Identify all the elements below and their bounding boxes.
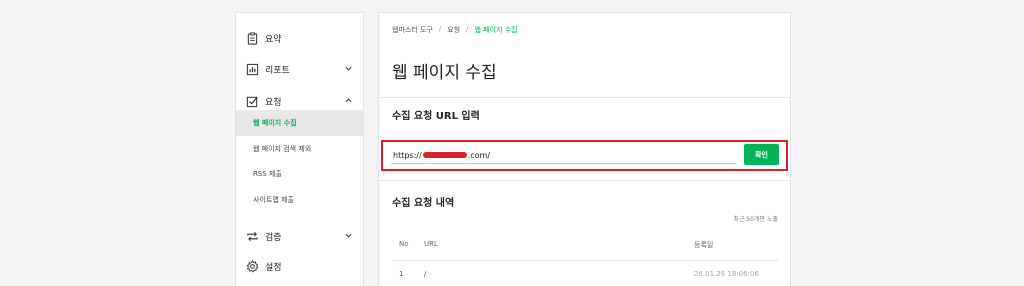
breadcrumb: 웹마스터 도구 / 요청 / 웹 페이지 수집	[392, 25, 518, 35]
column-header-date: 등록일	[694, 241, 714, 249]
sidebar-item-summary[interactable]: 요약	[236, 25, 364, 51]
breadcrumb-current: 웹 페이지 수집	[474, 26, 518, 34]
sidebar-item-label: 검증	[265, 232, 282, 243]
sidebar-item-label: 요청	[265, 97, 282, 108]
breadcrumb-item[interactable]: 요청	[447, 25, 460, 35]
sidebar-subitem-search-exclude[interactable]: 웹 페이지 검색 제외	[236, 136, 364, 162]
table-header-divider	[392, 260, 778, 261]
breadcrumb-item[interactable]: 웹마스터 도구	[392, 25, 433, 35]
sidebar-item-label: 설정	[265, 262, 282, 273]
chevron-down-icon[interactable]	[344, 64, 353, 73]
sidebar-subitem-sitemap-submit[interactable]: 사이트맵 제출	[236, 187, 364, 213]
chevron-down-icon[interactable]	[344, 231, 353, 240]
sidebar-subitem-label: 사이트맵 제출	[253, 196, 294, 204]
confirm-button[interactable]: 확인	[744, 144, 779, 165]
sidebar-item-label: 요약	[265, 34, 282, 45]
sidebar-item-verify[interactable]: 검증	[236, 223, 364, 249]
page-title: 웹 페이지 수집	[392, 63, 497, 83]
url-input[interactable]: https:// .com/	[391, 147, 736, 164]
main-panel: 웹마스터 도구 / 요청 / 웹 페이지 수집 웹 페이지 수집 수집 요청 U…	[378, 12, 791, 286]
history-note: 최근 50개만 노출	[733, 216, 778, 223]
breadcrumb-separator: /	[466, 25, 469, 33]
sidebar-subitem-label: 웹 페이지 수집	[253, 119, 297, 127]
column-header-url: URL	[424, 240, 438, 248]
column-header-no: No	[399, 240, 409, 248]
bar-chart-icon	[246, 63, 259, 76]
chevron-up-icon[interactable]	[344, 96, 353, 105]
redaction-mark	[422, 152, 467, 158]
sidebar: 요약 리포트 요청 웹 페이지 수집 웹 페이지 검색 제외 RSS 제출 사이…	[235, 12, 364, 286]
cell-no: 1	[399, 270, 404, 278]
url-input-highlight: https:// .com/ 확인	[381, 140, 788, 171]
repeat-icon	[246, 230, 259, 243]
url-input-prefix: https://	[393, 150, 422, 160]
sidebar-subitem-label: 웹 페이지 검색 제외	[253, 145, 312, 153]
sidebar-subitem-label: RSS 제출	[253, 170, 282, 178]
cell-date: 26.01.26 18:06:06	[694, 270, 759, 278]
url-input-suffix: .com/	[467, 150, 491, 160]
sidebar-item-settings[interactable]: 설정	[236, 253, 364, 279]
gear-icon	[246, 259, 259, 273]
breadcrumb-separator: /	[438, 25, 442, 33]
divider	[379, 180, 790, 181]
sidebar-item-label: 리포트	[265, 65, 290, 76]
sidebar-item-report[interactable]: 리포트	[236, 56, 364, 82]
history-section-title: 수집 요청 내역	[392, 198, 455, 209]
clipboard-icon	[246, 31, 259, 45]
cell-url[interactable]: /	[424, 270, 426, 278]
checkbox-icon	[246, 95, 259, 108]
request-section-title: 수집 요청 URL 입력	[392, 111, 480, 122]
sidebar-subitem-web-page-collect[interactable]: 웹 페이지 수집	[236, 110, 364, 136]
divider	[379, 97, 790, 98]
sidebar-subitem-rss-submit[interactable]: RSS 제출	[236, 161, 364, 187]
